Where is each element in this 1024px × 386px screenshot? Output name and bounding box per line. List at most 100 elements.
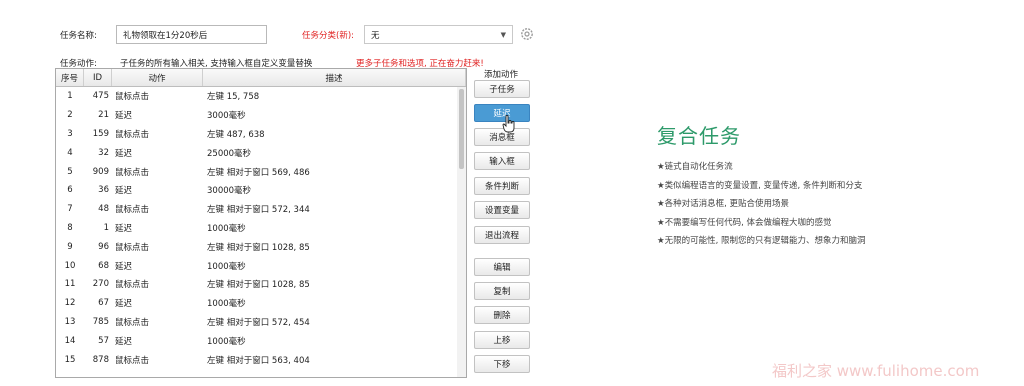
- cell-no: 12: [64, 298, 76, 309]
- task-name-input[interactable]: 礼物领取在1分20秒后: [116, 25, 267, 44]
- task-category-label: 任务分类(新):: [302, 31, 354, 41]
- col-header-id[interactable]: ID: [84, 69, 112, 86]
- cell-desc: 左键 相对于窗口 1028, 85: [207, 280, 310, 291]
- cell-no: 15: [64, 354, 76, 365]
- cell-desc: 左键 487, 638: [207, 129, 265, 140]
- set-variable-button[interactable]: 设置变量: [474, 201, 530, 219]
- cell-action: 延迟: [115, 336, 133, 347]
- hand-cursor-icon: [502, 115, 515, 133]
- col-header-action[interactable]: 动作: [112, 69, 203, 86]
- cell-id: 475: [92, 91, 109, 102]
- feature-item: ★无限的可能性, 限制您的只有逻辑能力、想象力和脑洞: [657, 236, 866, 247]
- table-row[interactable]: 12 67 延迟 1000毫秒: [56, 294, 466, 313]
- feature-item: ★类似编程语言的变量设置, 变量传递, 条件判断和分支: [657, 180, 863, 191]
- task-category-value: 无: [371, 30, 380, 41]
- add-action-label: 添加动作: [484, 70, 519, 80]
- cell-desc: 1000毫秒: [207, 223, 246, 234]
- cell-no: 9: [67, 241, 73, 252]
- chevron-down-icon: ▼: [500, 30, 506, 39]
- table-row[interactable]: 13 785 鼠标点击 左键 相对于窗口 572, 454: [56, 313, 466, 332]
- cell-id: 909: [92, 166, 109, 177]
- table-row[interactable]: 5 909 鼠标点击 左键 相对于窗口 569, 486: [56, 162, 466, 181]
- move-up-button[interactable]: 上移: [474, 331, 530, 349]
- table-row[interactable]: 7 48 鼠标点击 左键 相对于窗口 572, 344: [56, 200, 466, 219]
- table-row[interactable]: 6 36 延迟 30000毫秒: [56, 181, 466, 200]
- cell-desc: 1000毫秒: [207, 261, 246, 272]
- cell-action: 延迟: [115, 186, 133, 197]
- table-row[interactable]: 3 159 鼠标点击 左键 487, 638: [56, 125, 466, 144]
- cell-no: 10: [64, 260, 76, 271]
- cell-action: 鼠标点击: [115, 355, 150, 366]
- task-category-select[interactable]: 无 ▼: [364, 25, 513, 44]
- cell-action: 延迟: [115, 261, 133, 272]
- feature-item: ★不需要编写任何代码, 体会做编程大咖的感觉: [657, 217, 832, 228]
- cell-action: 鼠标点击: [115, 280, 150, 291]
- subtask-button[interactable]: 子任务: [474, 80, 530, 98]
- task-editor-window: 任务名称: 礼物领取在1分20秒后 任务分类(新): 无 ▼ 任务动作: 子任务…: [0, 0, 600, 386]
- cell-no: 2: [67, 110, 73, 121]
- feature-list: ★链式自动化任务流 ★类似编程语言的变量设置, 变量传递, 条件判断和分支 ★各…: [657, 160, 866, 253]
- cell-id: 68: [98, 260, 109, 271]
- cell-no: 13: [64, 316, 76, 327]
- cell-action: 鼠标点击: [115, 317, 150, 328]
- cell-desc: 左键 相对于窗口 569, 486: [207, 167, 310, 178]
- cell-no: 14: [64, 335, 76, 346]
- cell-no: 11: [64, 279, 76, 290]
- table-row[interactable]: 14 57 延迟 1000毫秒: [56, 331, 466, 350]
- cell-no: 8: [67, 222, 73, 233]
- task-name-label: 任务名称:: [60, 31, 97, 41]
- task-name-value: 礼物领取在1分20秒后: [123, 30, 208, 41]
- col-header-desc[interactable]: 描述: [203, 69, 466, 86]
- cell-action: 延迟: [115, 223, 133, 234]
- cell-id: 67: [98, 298, 109, 309]
- table-row[interactable]: 10 68 延迟 1000毫秒: [56, 256, 466, 275]
- table-body: 1 475 鼠标点击 左键 15, 758 2 21 延迟 3000毫秒 3 159 鼠标点击左…: [56, 87, 466, 369]
- col-header-no[interactable]: 序号: [56, 69, 84, 86]
- delete-button[interactable]: 删除: [474, 306, 530, 324]
- table-row[interactable]: 4 32 延迟 25000毫秒: [56, 143, 466, 162]
- cell-desc: 左键 相对于窗口 572, 454: [207, 317, 310, 328]
- cell-no: 6: [67, 185, 73, 196]
- panel-heading: 复合任务: [657, 124, 741, 148]
- cell-no: 5: [67, 166, 73, 177]
- table-scrollbar[interactable]: [457, 87, 466, 377]
- cell-action: 鼠标点击: [115, 205, 150, 216]
- table-row[interactable]: 8 1 延迟 1000毫秒: [56, 219, 466, 238]
- cell-desc: 25000毫秒: [207, 148, 252, 159]
- table-row[interactable]: 9 96 鼠标点击 左键 相对于窗口 1028, 85: [56, 237, 466, 256]
- cell-action: 鼠标点击: [115, 242, 150, 253]
- cell-action: 鼠标点击: [115, 129, 150, 140]
- cell-desc: 3000毫秒: [207, 111, 246, 122]
- table-row[interactable]: 15 878 鼠标点击 左键 相对于窗口 563, 404: [56, 350, 466, 369]
- cell-desc: 1000毫秒: [207, 336, 246, 347]
- table-row[interactable]: 11 270 鼠标点击 左键 相对于窗口 1028, 85: [56, 275, 466, 294]
- cell-no: 4: [67, 147, 73, 158]
- cell-action: 鼠标点击: [115, 167, 150, 178]
- cell-no: 7: [67, 204, 73, 215]
- cell-id: 48: [98, 204, 109, 215]
- action-table: 序号 ID 动作 描述 1 475 鼠标点击 左键 15, 758 2 21 延迟 3000…: [55, 68, 467, 378]
- condition-button[interactable]: 条件判断: [474, 177, 530, 195]
- table-row[interactable]: 1 475 鼠标点击 左键 15, 758: [56, 87, 466, 106]
- cell-desc: 1000毫秒: [207, 299, 246, 310]
- table-row[interactable]: 2 21 延迟 3000毫秒: [56, 106, 466, 125]
- edit-button[interactable]: 编辑: [474, 258, 530, 276]
- move-down-button[interactable]: 下移: [474, 355, 530, 373]
- cell-desc: 左键 相对于窗口 1028, 85: [207, 242, 310, 253]
- cell-desc: 左键 相对于窗口 572, 344: [207, 205, 310, 216]
- cell-id: 21: [98, 110, 109, 121]
- cell-id: 96: [98, 241, 109, 252]
- input-box-button[interactable]: 输入框: [474, 152, 530, 170]
- feature-item: ★各种对话消息框, 更贴合使用场景: [657, 199, 790, 210]
- cell-id: 878: [92, 354, 109, 365]
- scrollbar-thumb[interactable]: [459, 89, 464, 169]
- table-header: 序号 ID 动作 描述: [56, 69, 466, 87]
- cell-action: 延迟: [115, 299, 133, 310]
- cell-id: 785: [92, 316, 109, 327]
- cell-id: 32: [98, 147, 109, 158]
- cell-action: 延迟: [115, 148, 133, 159]
- exit-flow-button[interactable]: 退出流程: [474, 226, 530, 244]
- copy-button[interactable]: 复制: [474, 282, 530, 300]
- gear-icon[interactable]: [520, 27, 534, 41]
- cell-desc: 左键 15, 758: [207, 92, 260, 103]
